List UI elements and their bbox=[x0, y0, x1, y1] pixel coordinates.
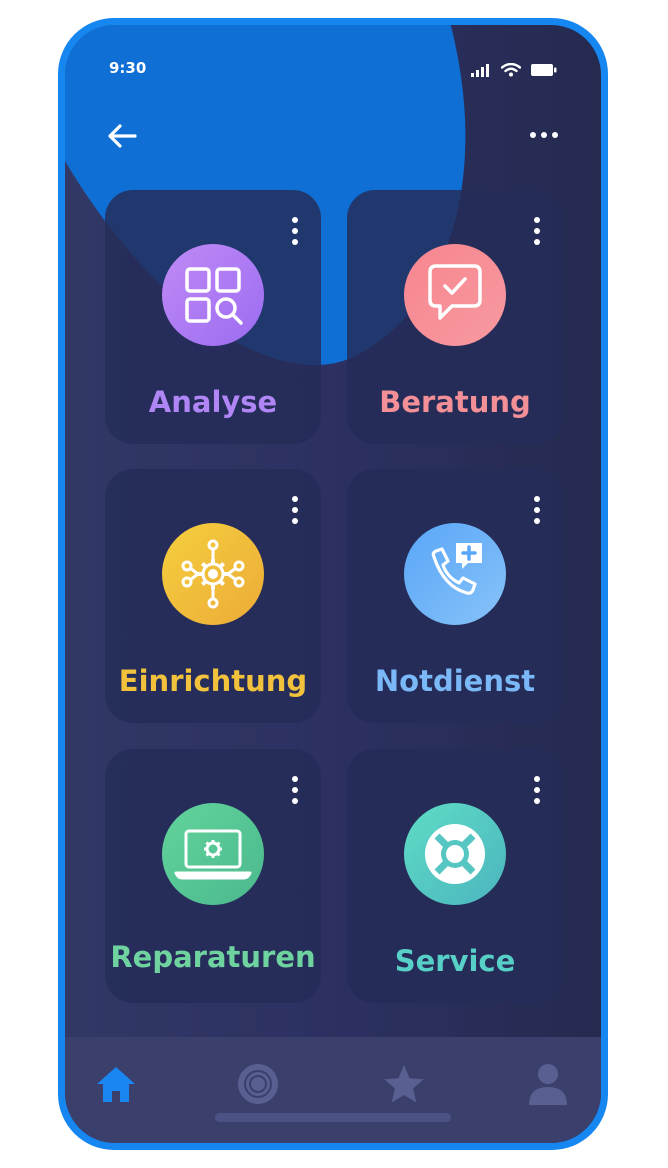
home-icon[interactable] bbox=[91, 1059, 141, 1109]
battery-icon bbox=[531, 64, 557, 76]
card-icon-circle bbox=[162, 803, 264, 905]
kebab-menu-icon[interactable] bbox=[291, 775, 299, 805]
apps-search-icon bbox=[185, 267, 243, 325]
card-label: Analyse bbox=[148, 385, 278, 419]
card-icon-circle bbox=[404, 803, 506, 905]
app-screen: 9:30 Analyse Beratung Einrichtung Notdie… bbox=[65, 25, 601, 1143]
card-icon-circle bbox=[162, 244, 264, 346]
card-reparaturen[interactable]: Reparaturen bbox=[105, 749, 321, 1003]
card-einrichtung[interactable]: Einrichtung bbox=[105, 469, 321, 723]
wifi-icon bbox=[501, 63, 521, 77]
card-icon-circle bbox=[404, 244, 506, 346]
gear-network-icon bbox=[181, 539, 245, 609]
user-icon[interactable] bbox=[523, 1059, 573, 1109]
lifebuoy-icon bbox=[425, 824, 485, 884]
signal-icon bbox=[471, 63, 489, 77]
kebab-menu-icon[interactable] bbox=[291, 495, 299, 525]
kebab-menu-icon[interactable] bbox=[533, 216, 541, 246]
status-icons bbox=[471, 63, 557, 77]
card-icon-circle bbox=[404, 523, 506, 625]
card-label: Reparaturen bbox=[110, 940, 316, 974]
card-service[interactable]: Service bbox=[347, 749, 563, 1003]
star-icon[interactable] bbox=[379, 1059, 429, 1109]
phone-frame: 9:30 Analyse Beratung Einrichtung Notdie… bbox=[58, 18, 608, 1150]
top-bar bbox=[65, 115, 601, 155]
card-beratung[interactable]: Beratung bbox=[347, 190, 563, 444]
bottom-nav bbox=[65, 1037, 601, 1143]
kebab-menu-icon[interactable] bbox=[291, 216, 299, 246]
kebab-menu-icon[interactable] bbox=[533, 495, 541, 525]
arrow-left-icon[interactable] bbox=[105, 121, 139, 151]
status-time: 9:30 bbox=[109, 59, 147, 77]
card-label: Beratung bbox=[379, 385, 531, 419]
card-label: Service bbox=[394, 944, 516, 978]
phone-plus-icon bbox=[431, 543, 482, 595]
kebab-menu-icon[interactable] bbox=[533, 775, 541, 805]
card-icon-circle bbox=[162, 523, 264, 625]
card-label: Notdienst bbox=[374, 664, 536, 698]
chat-check-icon bbox=[428, 264, 482, 320]
more-horizontal-icon[interactable] bbox=[527, 125, 561, 145]
card-analyse[interactable]: Analyse bbox=[105, 190, 321, 444]
home-indicator[interactable] bbox=[215, 1113, 451, 1122]
target-icon[interactable] bbox=[233, 1059, 283, 1109]
card-notdienst[interactable]: Notdienst bbox=[347, 469, 563, 723]
status-bar: 9:30 bbox=[65, 25, 601, 105]
laptop-repair-icon bbox=[174, 829, 252, 880]
card-label: Einrichtung bbox=[118, 664, 308, 698]
